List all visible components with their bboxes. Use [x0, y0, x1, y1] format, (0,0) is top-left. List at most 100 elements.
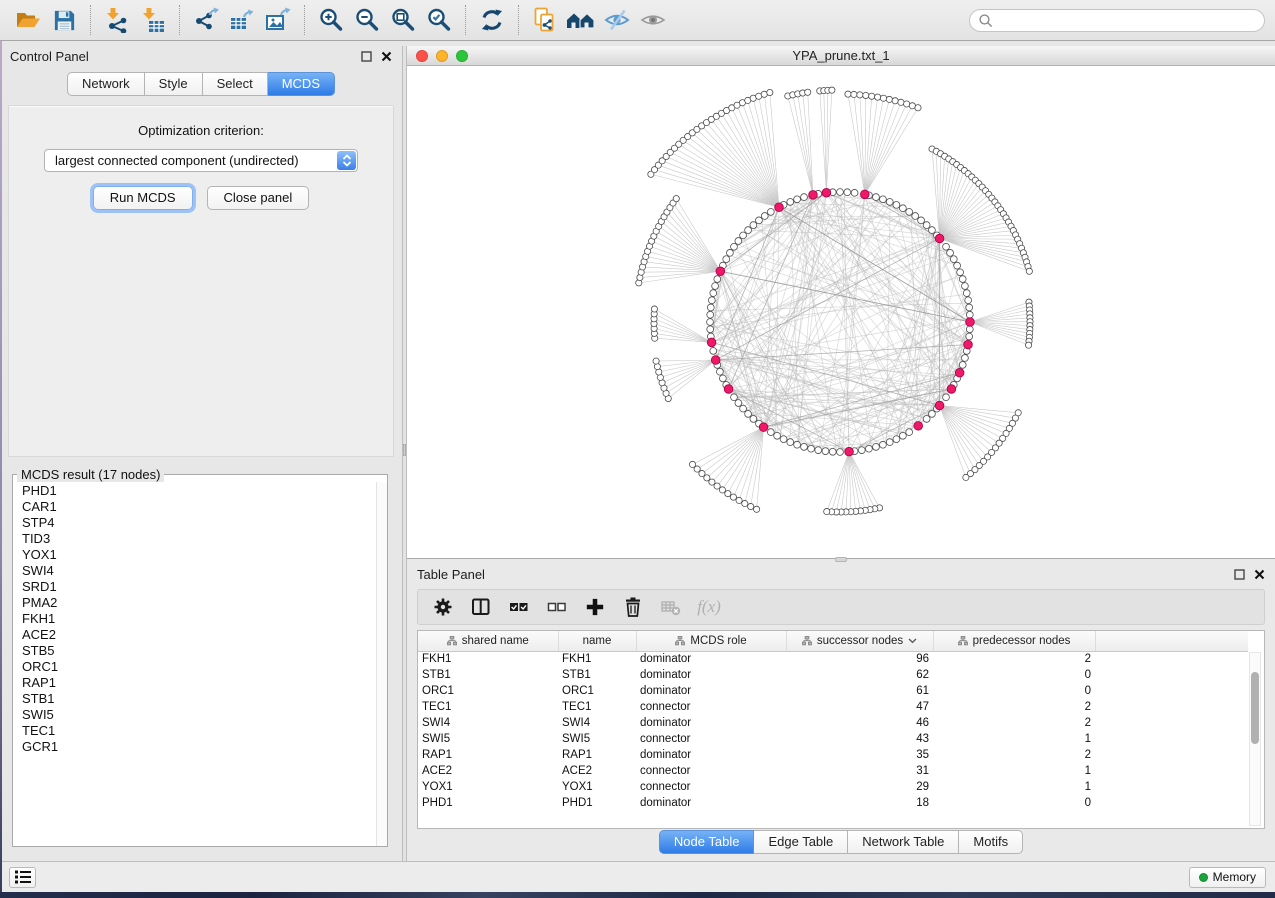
cell[interactable]: SWI4	[558, 715, 636, 731]
mcds-node[interactable]	[711, 356, 720, 365]
table-row[interactable]: TEC1TEC1connector472	[418, 699, 1248, 715]
mcds-result-item[interactable]: ACE2	[22, 627, 387, 643]
table-row[interactable]: ORC1ORC1dominator610	[418, 683, 1248, 699]
import-network-button[interactable]	[99, 2, 135, 38]
cell[interactable]: FKH1	[558, 651, 636, 667]
mcds-node[interactable]	[964, 340, 973, 349]
cell[interactable]: ACE2	[418, 763, 558, 779]
float-panel-button[interactable]	[361, 51, 372, 62]
cell[interactable]: STB1	[418, 667, 558, 683]
cell[interactable]: 1	[933, 731, 1095, 747]
mcds-node[interactable]	[966, 318, 975, 327]
mcds-node[interactable]	[845, 447, 854, 456]
cell[interactable]: 2	[933, 715, 1095, 731]
run-mcds-button[interactable]: Run MCDS	[93, 186, 193, 210]
mcds-node[interactable]	[809, 191, 818, 200]
cell[interactable]: 62	[786, 667, 933, 683]
hide-selected-button[interactable]	[599, 2, 635, 38]
mcds-result-item[interactable]: TEC1	[22, 723, 387, 739]
import-table-button[interactable]	[135, 2, 171, 38]
mcds-node[interactable]	[822, 188, 831, 197]
mcds-node[interactable]	[935, 234, 944, 243]
mcds-node[interactable]	[955, 368, 964, 377]
cell[interactable]: ORC1	[558, 683, 636, 699]
float-table-panel-button[interactable]	[1234, 569, 1245, 580]
open-file-button[interactable]	[10, 2, 46, 38]
cell[interactable]: SWI5	[418, 731, 558, 747]
list-scrollbar-track[interactable]	[376, 482, 387, 846]
mcds-result-item[interactable]: STB1	[22, 691, 387, 707]
cell[interactable]: SWI4	[418, 715, 558, 731]
mcds-node[interactable]	[759, 423, 768, 432]
cell[interactable]: 31	[786, 763, 933, 779]
mcds-result-item[interactable]: PHD1	[22, 483, 387, 499]
zoom-selected-button[interactable]	[421, 2, 457, 38]
table-row[interactable]: ACE2ACE2connector311	[418, 763, 1248, 779]
tab-select[interactable]: Select	[203, 72, 268, 96]
cell[interactable]: 47	[786, 699, 933, 715]
table-row[interactable]: RAP1RAP1dominator352	[418, 747, 1248, 763]
search-input[interactable]	[969, 9, 1265, 32]
mcds-result-item[interactable]: STB5	[22, 643, 387, 659]
close-mcds-panel-button[interactable]: Close panel	[207, 186, 310, 210]
cell[interactable]: RAP1	[558, 747, 636, 763]
cell[interactable]: connector	[636, 779, 786, 795]
mcds-result-item[interactable]: SWI4	[22, 563, 387, 579]
cell[interactable]: connector	[636, 731, 786, 747]
mcds-result-item[interactable]: PMA2	[22, 595, 387, 611]
cell[interactable]: 1	[933, 779, 1095, 795]
mcds-node[interactable]	[707, 338, 716, 347]
column-header-name[interactable]: name	[558, 631, 636, 651]
cell[interactable]: dominator	[636, 667, 786, 683]
mcds-node[interactable]	[775, 203, 784, 212]
cell[interactable]: PHD1	[558, 795, 636, 811]
table-row[interactable]: SWI5SWI5connector431	[418, 731, 1248, 747]
cell[interactable]: 61	[786, 683, 933, 699]
cell[interactable]: 46	[786, 715, 933, 731]
column-header-mcds-role[interactable]: MCDS role	[636, 631, 786, 651]
horizontal-splitter-grip[interactable]	[835, 557, 847, 562]
tab-node-table[interactable]: Node Table	[659, 830, 755, 854]
select-all-checkboxes-button[interactable]	[500, 598, 538, 616]
network-canvas[interactable]	[407, 66, 1275, 558]
mcds-node[interactable]	[724, 385, 733, 394]
cell[interactable]: 2	[933, 699, 1095, 715]
cell[interactable]: 0	[933, 795, 1095, 811]
mcds-node[interactable]	[914, 422, 923, 431]
show-columns-button[interactable]	[462, 597, 500, 617]
mcds-result-item[interactable]: SWI5	[22, 707, 387, 723]
memory-button[interactable]: Memory	[1189, 867, 1266, 888]
mcds-result-list[interactable]: PHD1CAR1STP4TID3YOX1SWI4SRD1PMA2FKH1ACE2…	[13, 482, 387, 846]
criterion-select[interactable]: largest connected component (undirected)	[44, 149, 358, 172]
export-network-button[interactable]	[188, 2, 224, 38]
zoom-in-button[interactable]	[313, 2, 349, 38]
mcds-result-item[interactable]: SRD1	[22, 579, 387, 595]
cell[interactable]: dominator	[636, 683, 786, 699]
cell[interactable]: dominator	[636, 715, 786, 731]
cell[interactable]: FKH1	[418, 651, 558, 667]
cell[interactable]: STB1	[558, 667, 636, 683]
zoom-fit-content-button[interactable]	[385, 2, 421, 38]
tab-mcds[interactable]: MCDS	[268, 72, 335, 96]
mcds-result-item[interactable]: STP4	[22, 515, 387, 531]
mcds-result-item[interactable]: RAP1	[22, 675, 387, 691]
mcds-result-item[interactable]: TID3	[22, 531, 387, 547]
cell[interactable]: 29	[786, 779, 933, 795]
delete-columns-button[interactable]	[614, 597, 652, 617]
cell[interactable]: dominator	[636, 651, 786, 667]
show-all-button[interactable]	[635, 2, 671, 38]
cell[interactable]: SWI5	[558, 731, 636, 747]
save-session-button[interactable]	[46, 2, 82, 38]
cell[interactable]: TEC1	[418, 699, 558, 715]
clear-all-checkboxes-button[interactable]	[538, 598, 576, 616]
table-row[interactable]: PHD1PHD1dominator180	[418, 795, 1248, 811]
table-row[interactable]: FKH1FKH1dominator962	[418, 651, 1248, 667]
table-scrollbar-thumb[interactable]	[1251, 672, 1259, 744]
cell[interactable]: 35	[786, 747, 933, 763]
mcds-result-item[interactable]: FKH1	[22, 611, 387, 627]
cell[interactable]: 1	[933, 763, 1095, 779]
cell[interactable]: 18	[786, 795, 933, 811]
refresh-view-button[interactable]	[474, 2, 510, 38]
splitter-grip[interactable]	[403, 444, 406, 456]
cell[interactable]: 0	[933, 667, 1095, 683]
